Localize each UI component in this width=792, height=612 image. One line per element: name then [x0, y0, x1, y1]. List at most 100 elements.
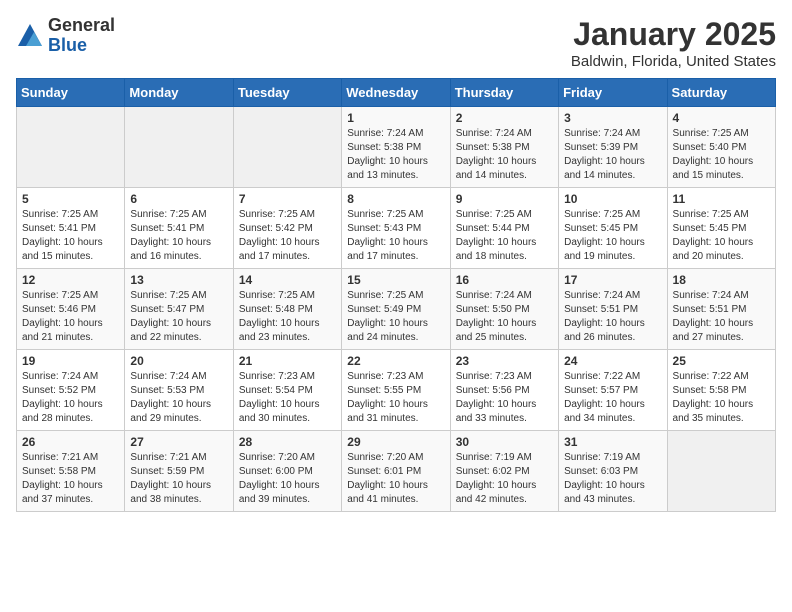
day-number: 11 — [673, 192, 770, 206]
day-number: 3 — [564, 111, 661, 125]
calendar-cell: 19Sunrise: 7:24 AM Sunset: 5:52 PM Dayli… — [17, 350, 125, 431]
calendar-cell: 5 Sunrise: 7:25 AM Sunset: 5:41 PM Daylig… — [17, 188, 125, 269]
day-number: 27 — [130, 435, 227, 449]
day-number: 4 — [673, 111, 770, 125]
weekday-header-wednesday: Wednesday — [342, 79, 450, 107]
day-info: Sunrise: 7:25 AM Sunset: 5:41 PM Dayligh… — [22, 208, 119, 264]
day-number: 16 — [456, 273, 553, 287]
day-info: Sunrise: 7:25 AM Sunset: 5:47 PM Dayligh… — [130, 289, 227, 345]
day-info: Sunrise: 7:21 AM Sunset: 5:58 PM Dayligh… — [22, 451, 119, 507]
day-number: 9 — [456, 192, 553, 206]
day-info: Sunrise: 7:22 AM Sunset: 5:58 PM Dayligh… — [673, 370, 770, 426]
calendar-cell: 14Sunrise: 7:25 AM Sunset: 5:48 PM Dayli… — [233, 269, 341, 350]
calendar-cell: 12 Sunrise: 7:25 AM Sunset: 5:46 PM Dayli… — [17, 269, 125, 350]
calendar-table: SundayMondayTuesdayWednesdayThursdayFrid… — [16, 78, 776, 512]
day-info: Sunrise: 7:24 AM Sunset: 5:39 PM Dayligh… — [564, 127, 661, 183]
day-info: Sunrise: 7:24 AM Sunset: 5:52 PM Dayligh… — [22, 370, 119, 426]
day-info: Sunrise: 7:23 AM Sunset: 5:55 PM Dayligh… — [347, 370, 444, 426]
logo: General Blue — [16, 16, 115, 56]
day-number: 29 — [347, 435, 444, 449]
day-number: 12 — [22, 273, 119, 287]
calendar-cell: 6 Sunrise: 7:25 AM Sunset: 5:41 PM Daylig… — [125, 188, 233, 269]
calendar-cell: 4 Sunrise: 7:25 AM Sunset: 5:40 PM Daylig… — [667, 107, 775, 188]
day-info: Sunrise: 7:24 AM Sunset: 5:53 PM Dayligh… — [130, 370, 227, 426]
calendar-cell: 1 Sunrise: 7:24 AM Sunset: 5:38 PM Daylig… — [342, 107, 450, 188]
weekday-header-sunday: Sunday — [17, 79, 125, 107]
calendar-cell: 2 Sunrise: 7:24 AM Sunset: 5:38 PM Daylig… — [450, 107, 558, 188]
calendar-cell: 29Sunrise: 7:20 AM Sunset: 6:01 PM Dayli… — [342, 431, 450, 512]
calendar-cell: 11 Sunrise: 7:25 AM Sunset: 5:45 PM Dayli… — [667, 188, 775, 269]
calendar-title: January 2025 — [571, 16, 776, 53]
day-info: Sunrise: 7:23 AM Sunset: 5:56 PM Dayligh… — [456, 370, 553, 426]
calendar-cell: 18 Sunrise: 7:24 AM Sunset: 5:51 PM Dayli… — [667, 269, 775, 350]
day-info: Sunrise: 7:25 AM Sunset: 5:45 PM Dayligh… — [673, 208, 770, 264]
day-info: Sunrise: 7:24 AM Sunset: 5:38 PM Dayligh… — [347, 127, 444, 183]
calendar-cell: 21 Sunrise: 7:23 AM Sunset: 5:54 PM Dayli… — [233, 350, 341, 431]
weekday-header-tuesday: Tuesday — [233, 79, 341, 107]
day-info: Sunrise: 7:25 AM Sunset: 5:48 PM Dayligh… — [239, 289, 336, 345]
weekday-header-thursday: Thursday — [450, 79, 558, 107]
calendar-cell: 9 Sunrise: 7:25 AM Sunset: 5:44 PM Daylig… — [450, 188, 558, 269]
week-row-4: 19Sunrise: 7:24 AM Sunset: 5:52 PM Dayli… — [17, 350, 776, 431]
day-info: Sunrise: 7:25 AM Sunset: 5:45 PM Dayligh… — [564, 208, 661, 264]
day-info: Sunrise: 7:24 AM Sunset: 5:51 PM Dayligh… — [673, 289, 770, 345]
day-info: Sunrise: 7:25 AM Sunset: 5:44 PM Dayligh… — [456, 208, 553, 264]
day-info: Sunrise: 7:21 AM Sunset: 5:59 PM Dayligh… — [130, 451, 227, 507]
calendar-cell: 17Sunrise: 7:24 AM Sunset: 5:51 PM Dayli… — [559, 269, 667, 350]
day-info: Sunrise: 7:25 AM Sunset: 5:46 PM Dayligh… — [22, 289, 119, 345]
calendar-subtitle: Baldwin, Florida, United States — [571, 53, 776, 70]
weekday-header-row: SundayMondayTuesdayWednesdayThursdayFrid… — [17, 79, 776, 107]
day-number: 24 — [564, 354, 661, 368]
calendar-cell: 24 Sunrise: 7:22 AM Sunset: 5:57 PM Dayli… — [559, 350, 667, 431]
day-number: 13 — [130, 273, 227, 287]
calendar-cell: 30Sunrise: 7:19 AM Sunset: 6:02 PM Dayli… — [450, 431, 558, 512]
calendar-cell: 26 Sunrise: 7:21 AM Sunset: 5:58 PM Dayli… — [17, 431, 125, 512]
calendar-cell — [667, 431, 775, 512]
day-number: 1 — [347, 111, 444, 125]
week-row-1: 1 Sunrise: 7:24 AM Sunset: 5:38 PM Daylig… — [17, 107, 776, 188]
day-number: 18 — [673, 273, 770, 287]
calendar-cell: 10 Sunrise: 7:25 AM Sunset: 5:45 PM Dayli… — [559, 188, 667, 269]
day-info: Sunrise: 7:25 AM Sunset: 5:49 PM Dayligh… — [347, 289, 444, 345]
day-info: Sunrise: 7:24 AM Sunset: 5:38 PM Dayligh… — [456, 127, 553, 183]
calendar-cell: 13 Sunrise: 7:25 AM Sunset: 5:47 PM Dayli… — [125, 269, 233, 350]
day-info: Sunrise: 7:19 AM Sunset: 6:03 PM Dayligh… — [564, 451, 661, 507]
day-number: 22 — [347, 354, 444, 368]
day-info: Sunrise: 7:25 AM Sunset: 5:42 PM Dayligh… — [239, 208, 336, 264]
day-number: 28 — [239, 435, 336, 449]
calendar-cell: 25 Sunrise: 7:22 AM Sunset: 5:58 PM Dayli… — [667, 350, 775, 431]
week-row-5: 26 Sunrise: 7:21 AM Sunset: 5:58 PM Dayli… — [17, 431, 776, 512]
calendar-cell — [125, 107, 233, 188]
weekday-header-friday: Friday — [559, 79, 667, 107]
day-number: 5 — [22, 192, 119, 206]
weekday-header-saturday: Saturday — [667, 79, 775, 107]
calendar-cell: 27 Sunrise: 7:21 AM Sunset: 5:59 PM Dayli… — [125, 431, 233, 512]
week-row-3: 12 Sunrise: 7:25 AM Sunset: 5:46 PM Dayli… — [17, 269, 776, 350]
day-number: 2 — [456, 111, 553, 125]
week-row-2: 5 Sunrise: 7:25 AM Sunset: 5:41 PM Daylig… — [17, 188, 776, 269]
day-info: Sunrise: 7:22 AM Sunset: 5:57 PM Dayligh… — [564, 370, 661, 426]
calendar-cell: 15 Sunrise: 7:25 AM Sunset: 5:49 PM Dayli… — [342, 269, 450, 350]
day-info: Sunrise: 7:25 AM Sunset: 5:40 PM Dayligh… — [673, 127, 770, 183]
day-number: 6 — [130, 192, 227, 206]
calendar-cell: 7 Sunrise: 7:25 AM Sunset: 5:42 PM Daylig… — [233, 188, 341, 269]
day-number: 31 — [564, 435, 661, 449]
calendar-cell: 31 Sunrise: 7:19 AM Sunset: 6:03 PM Dayli… — [559, 431, 667, 512]
calendar-cell: 8Sunrise: 7:25 AM Sunset: 5:43 PM Daylig… — [342, 188, 450, 269]
day-info: Sunrise: 7:19 AM Sunset: 6:02 PM Dayligh… — [456, 451, 553, 507]
calendar-cell — [233, 107, 341, 188]
calendar-cell: 23Sunrise: 7:23 AM Sunset: 5:56 PM Dayli… — [450, 350, 558, 431]
day-info: Sunrise: 7:24 AM Sunset: 5:50 PM Dayligh… — [456, 289, 553, 345]
day-info: Sunrise: 7:25 AM Sunset: 5:41 PM Dayligh… — [130, 208, 227, 264]
calendar-cell: 28 Sunrise: 7:20 AM Sunset: 6:00 PM Dayli… — [233, 431, 341, 512]
day-number: 7 — [239, 192, 336, 206]
day-number: 25 — [673, 354, 770, 368]
day-info: Sunrise: 7:23 AM Sunset: 5:54 PM Dayligh… — [239, 370, 336, 426]
day-number: 10 — [564, 192, 661, 206]
logo-icon — [16, 22, 44, 50]
day-number: 15 — [347, 273, 444, 287]
day-info: Sunrise: 7:20 AM Sunset: 6:00 PM Dayligh… — [239, 451, 336, 507]
calendar-cell: 3 Sunrise: 7:24 AM Sunset: 5:39 PM Daylig… — [559, 107, 667, 188]
day-number: 26 — [22, 435, 119, 449]
day-number: 21 — [239, 354, 336, 368]
